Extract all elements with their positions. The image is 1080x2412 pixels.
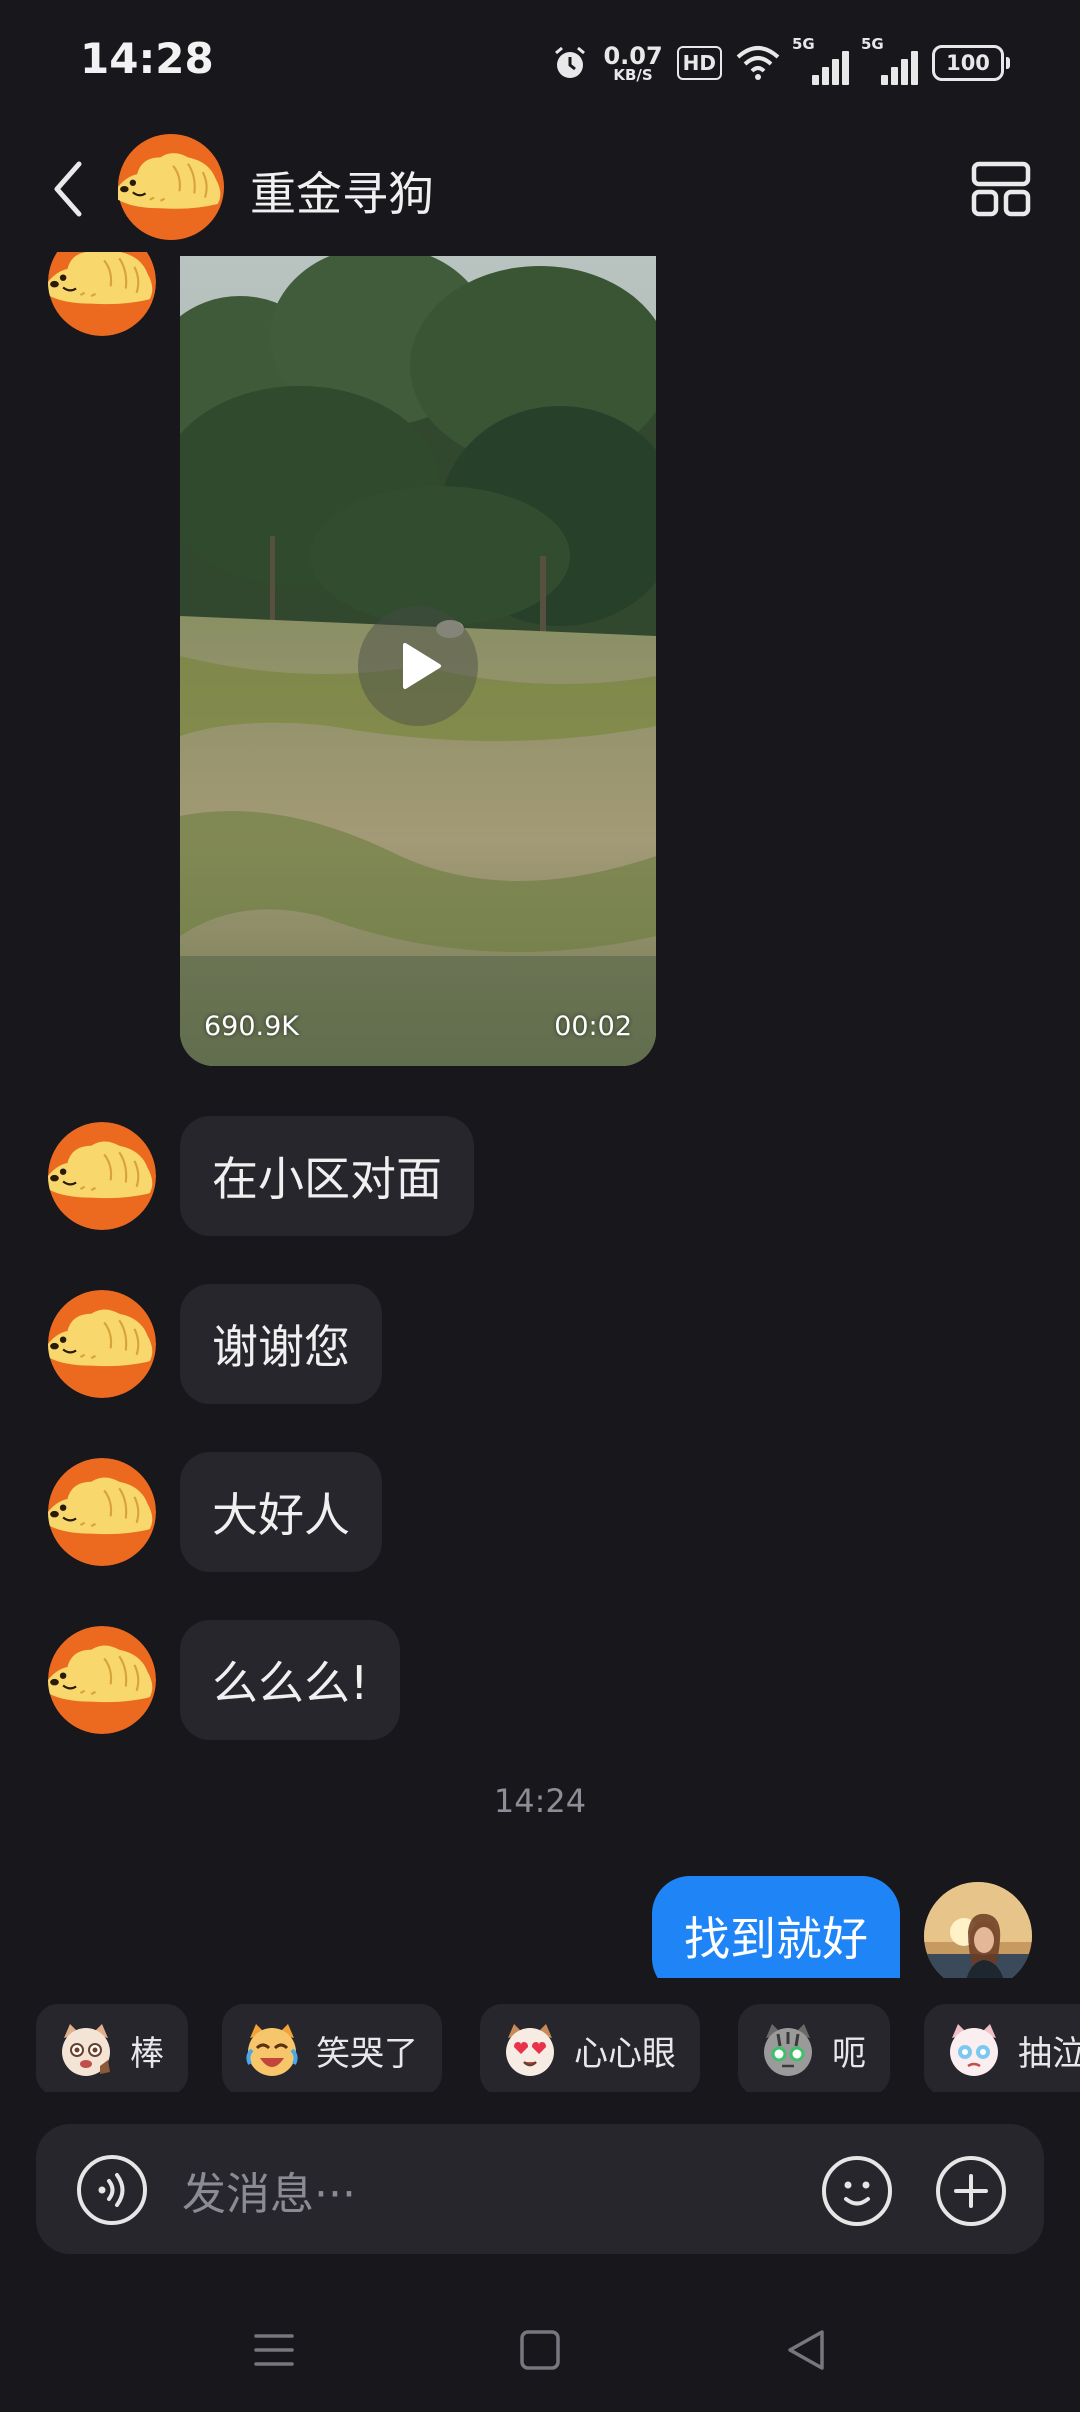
sticker-label: 抽泣 [1018, 2033, 1080, 2074]
back-button[interactable] [40, 154, 96, 224]
status-time: 14:28 [80, 34, 214, 83]
dog-avatar[interactable] [48, 1458, 156, 1566]
signal-5g-icon: 5G [861, 35, 918, 85]
dog-avatar[interactable] [48, 1290, 156, 1398]
system-nav-bar [0, 2280, 1080, 2412]
status-bar: 14:28 0.07 KB/S HD 5G 5G 100 [0, 0, 1080, 124]
message-input[interactable]: 发消息··· [182, 2158, 356, 2222]
wifi-icon [736, 46, 780, 80]
dog-avatar[interactable] [118, 134, 224, 240]
alarm-icon [555, 46, 586, 78]
signal-label: 5G [861, 35, 884, 53]
sticker-label: 笑哭了 [316, 2033, 418, 2074]
hd-voice-icon: HD [676, 46, 722, 80]
message-list[interactable]: 690.9K 00:02 在小区对面 谢谢您 大好人 么么么! 14:24 找到… [0, 252, 1080, 1978]
message-bubble[interactable]: 大好人 [180, 1452, 382, 1572]
status-icons: 0.07 KB/S HD 5G 5G 100 [551, 35, 1010, 88]
menu-icon[interactable] [244, 2320, 304, 2380]
dog-avatar[interactable] [48, 1626, 156, 1734]
network-speed: 0.07 KB/S [603, 44, 662, 83]
chat-header: 重金寻狗 [0, 124, 1080, 252]
cat-sobbing-sticker [950, 2024, 998, 2076]
sticker-chip[interactable]: 呃 [738, 2004, 890, 2092]
message-bubble[interactable]: 在小区对面 [180, 1116, 474, 1236]
message-input-bar[interactable]: 发消息··· [36, 2124, 1044, 2254]
network-speed-unit: KB/S [613, 65, 653, 84]
cat-thumbs-up-sticker [62, 2024, 110, 2076]
signal-label: 5G [792, 35, 815, 53]
home-icon[interactable] [510, 2320, 570, 2380]
outgoing-message-bubble[interactable]: 找到就好 [652, 1876, 900, 1978]
sticker-label: 呃 [832, 2033, 866, 2074]
sticker-chip[interactable]: 笑哭了 [222, 2004, 442, 2092]
battery-level: 100 [932, 45, 1004, 81]
video-message[interactable]: 690.9K 00:02 [180, 256, 656, 1066]
dog-avatar[interactable] [48, 1122, 156, 1230]
voice-icon[interactable] [76, 2154, 148, 2226]
back-icon[interactable] [776, 2320, 836, 2380]
cat-awkward-sticker [764, 2024, 812, 2076]
more-grid-icon[interactable] [970, 158, 1032, 220]
message-bubble[interactable]: 么么么! [180, 1620, 401, 1740]
signal-5g-icon: 5G [792, 35, 849, 85]
emoji-icon[interactable] [820, 2154, 894, 2228]
chat-title: 重金寻狗 [250, 167, 434, 221]
sticker-label: 心心眼 [574, 2033, 676, 2074]
user-avatar[interactable] [924, 1882, 1032, 1978]
battery-icon: 100 [932, 45, 1010, 81]
sticker-chip[interactable]: 棒 [36, 2004, 188, 2092]
sticker-suggestions[interactable]: 棒 笑哭了 心心眼 呃 抽泣 [0, 1978, 1080, 2092]
dog-avatar[interactable] [48, 252, 156, 336]
sticker-chip[interactable]: 心心眼 [480, 2004, 700, 2092]
back-arrow-icon [54, 161, 82, 217]
video-duration: 00:02 [554, 1011, 632, 1042]
play-button[interactable] [358, 606, 478, 726]
plus-icon[interactable] [934, 2154, 1008, 2228]
message-timestamp: 14:24 [493, 1782, 587, 1820]
cat-heart-eyes-sticker [506, 2024, 554, 2076]
play-icon [403, 643, 441, 689]
cat-laughing-crying-sticker [246, 2024, 298, 2076]
sticker-label: 棒 [130, 2033, 164, 2074]
video-size: 690.9K [204, 1011, 300, 1042]
message-bubble[interactable]: 谢谢您 [180, 1284, 382, 1404]
sticker-chip[interactable]: 抽泣 [924, 2004, 1080, 2092]
network-speed-value: 0.07 [603, 41, 663, 70]
